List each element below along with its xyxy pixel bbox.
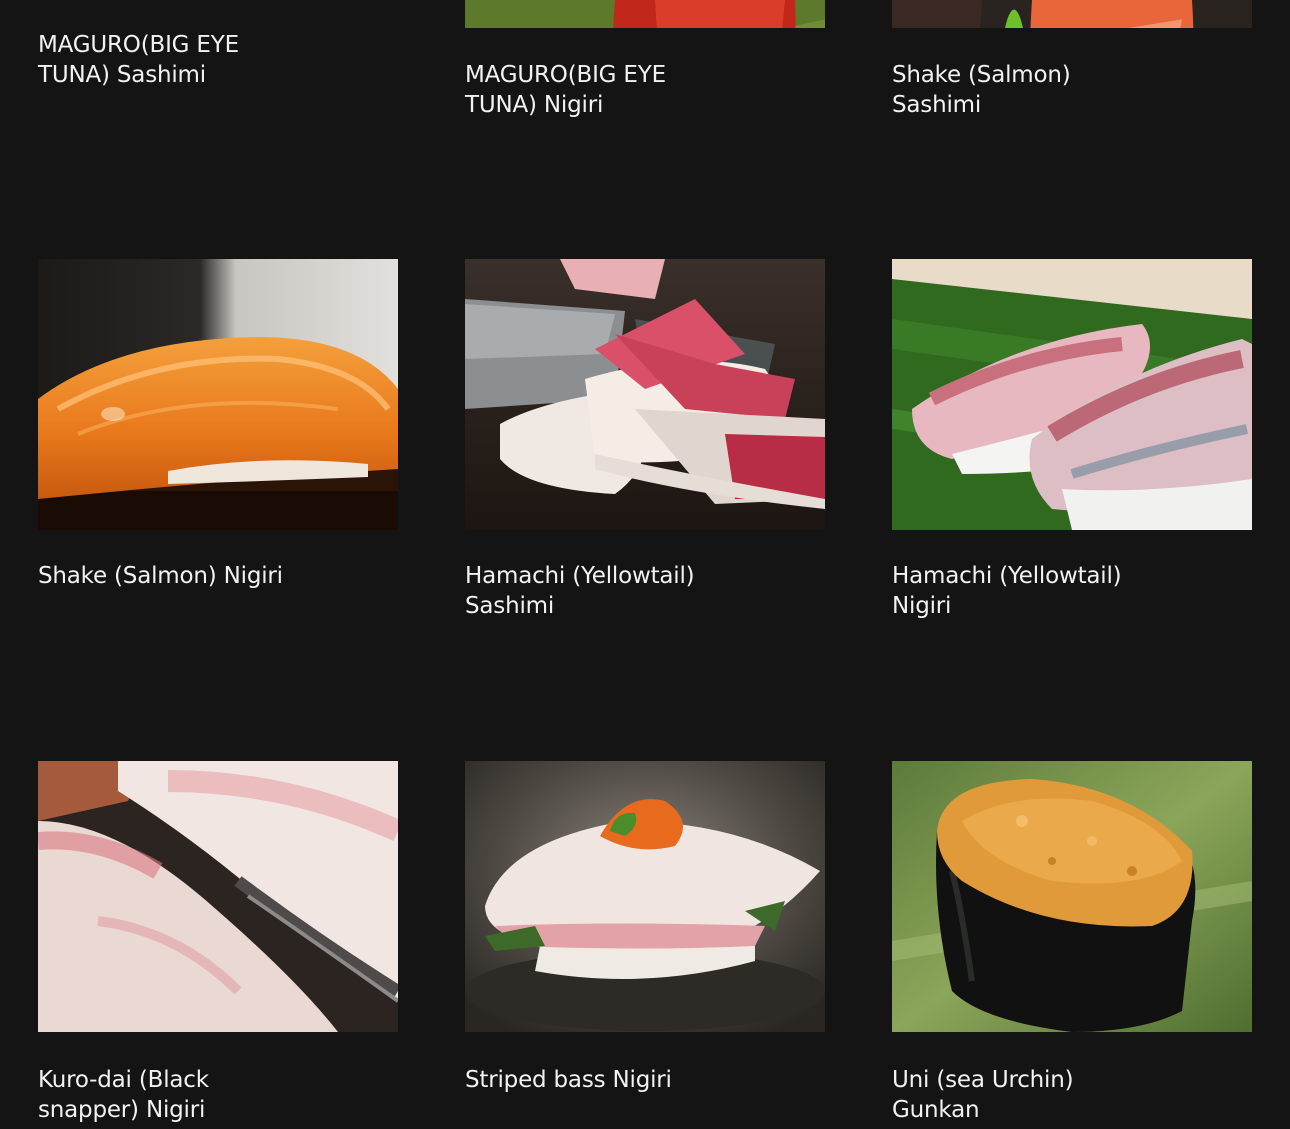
menu-item-name[interactable]: Striped bass Nigiri	[465, 1065, 745, 1095]
menu-item-name[interactable]: MAGURO(BIG EYE TUNA) Nigiri	[465, 60, 745, 120]
menu-item-name[interactable]: MAGURO(BIG EYE TUNA) Sashimi	[38, 30, 318, 90]
hamachi-sashimi-photo	[465, 259, 825, 530]
menu-item-image[interactable]	[892, 0, 1252, 28]
menu-item-image[interactable]	[465, 0, 825, 28]
menu-item-image[interactable]	[38, 761, 398, 1032]
menu-item-image[interactable]	[465, 259, 825, 530]
maguro-nigiri-photo	[465, 0, 825, 28]
menu-item-name[interactable]: Shake (Salmon) Sashimi	[892, 60, 1172, 120]
menu-item-name[interactable]: Shake (Salmon) Nigiri	[38, 561, 318, 591]
striped-bass-nigiri-photo	[465, 761, 825, 1032]
menu-item-name[interactable]: Uni (sea Urchin) Gunkan	[892, 1065, 1172, 1125]
hamachi-nigiri-photo	[892, 259, 1252, 530]
menu-item-image[interactable]	[465, 761, 825, 1032]
menu-item-name[interactable]: Hamachi (Yellowtail) Nigiri	[892, 561, 1172, 621]
menu-item-image[interactable]	[38, 259, 398, 530]
menu-item-image[interactable]	[892, 761, 1252, 1032]
shake-nigiri-photo	[38, 259, 398, 530]
uni-gunkan-photo	[892, 761, 1252, 1032]
menu-item-name[interactable]: Hamachi (Yellowtail) Sashimi	[465, 561, 745, 621]
menu-item-name[interactable]: Kuro-dai (Black snapper) Nigiri	[38, 1065, 318, 1125]
kurodai-nigiri-photo	[38, 761, 398, 1032]
menu-item-image[interactable]	[892, 259, 1252, 530]
shake-sashimi-photo	[892, 0, 1252, 28]
